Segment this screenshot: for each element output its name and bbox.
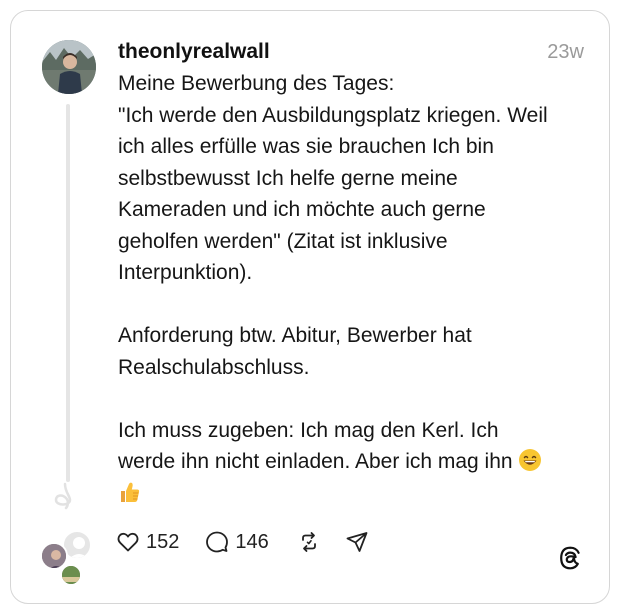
reply-avatar	[60, 564, 82, 586]
repost-icon	[301, 532, 316, 552]
like-button[interactable]: 152	[116, 530, 179, 554]
post-line: selbstbewusst Ich helfe gerne meine	[118, 166, 458, 190]
post-timestamp: 23w	[547, 41, 584, 63]
thread-line	[66, 104, 70, 482]
post-line: ich alles erfülle was sie brauchen Ich b…	[118, 135, 494, 158]
post-actions: 152 146	[116, 526, 369, 558]
post-body: Meine Bewerbung des Tages: "Ich werde de…	[118, 68, 598, 509]
thumbs-up-emoji	[121, 482, 140, 502]
author-username[interactable]: theonlyrealwall	[118, 40, 270, 64]
post-line-with-emoji: werde ihn nicht einladen. Aber ich mag i…	[118, 446, 598, 478]
post-line: Kameraden und ich möchte auch gerne	[118, 198, 486, 221]
heart-icon	[117, 532, 139, 552]
grinning-face-emoji	[519, 449, 542, 471]
post-line: Ich muss zugeben: Ich mag den Kerl. Ich	[118, 418, 499, 442]
post-line: Interpunktion).	[118, 261, 253, 284]
post-line: Realschulabschluss.	[118, 355, 310, 379]
like-count: 152	[146, 530, 180, 553]
share-icon	[346, 532, 368, 552]
post-line: werde ihn nicht einladen. Aber ich mag i…	[118, 450, 513, 473]
post-line: Meine Bewerbung des Tages:	[118, 72, 395, 95]
post-line: geholfen werden" (Zitat ist inklusive	[118, 229, 448, 253]
reply-avatars[interactable]	[40, 530, 102, 586]
share-button[interactable]	[345, 530, 369, 554]
comment-icon	[206, 531, 229, 553]
author-avatar[interactable]	[42, 40, 96, 94]
reply-button[interactable]: 146	[205, 530, 269, 554]
repost-button[interactable]	[297, 530, 321, 554]
threads-logo-icon	[560, 546, 580, 570]
reply-count: 146	[235, 530, 269, 553]
post-line: Anforderung btw. Abitur, Bewerber hat	[118, 324, 472, 347]
thread-loop-icon	[54, 482, 72, 510]
post-line-emoji	[118, 478, 598, 510]
post-line: "Ich werde den Ausbildungsplatz kriegen.…	[118, 103, 548, 127]
